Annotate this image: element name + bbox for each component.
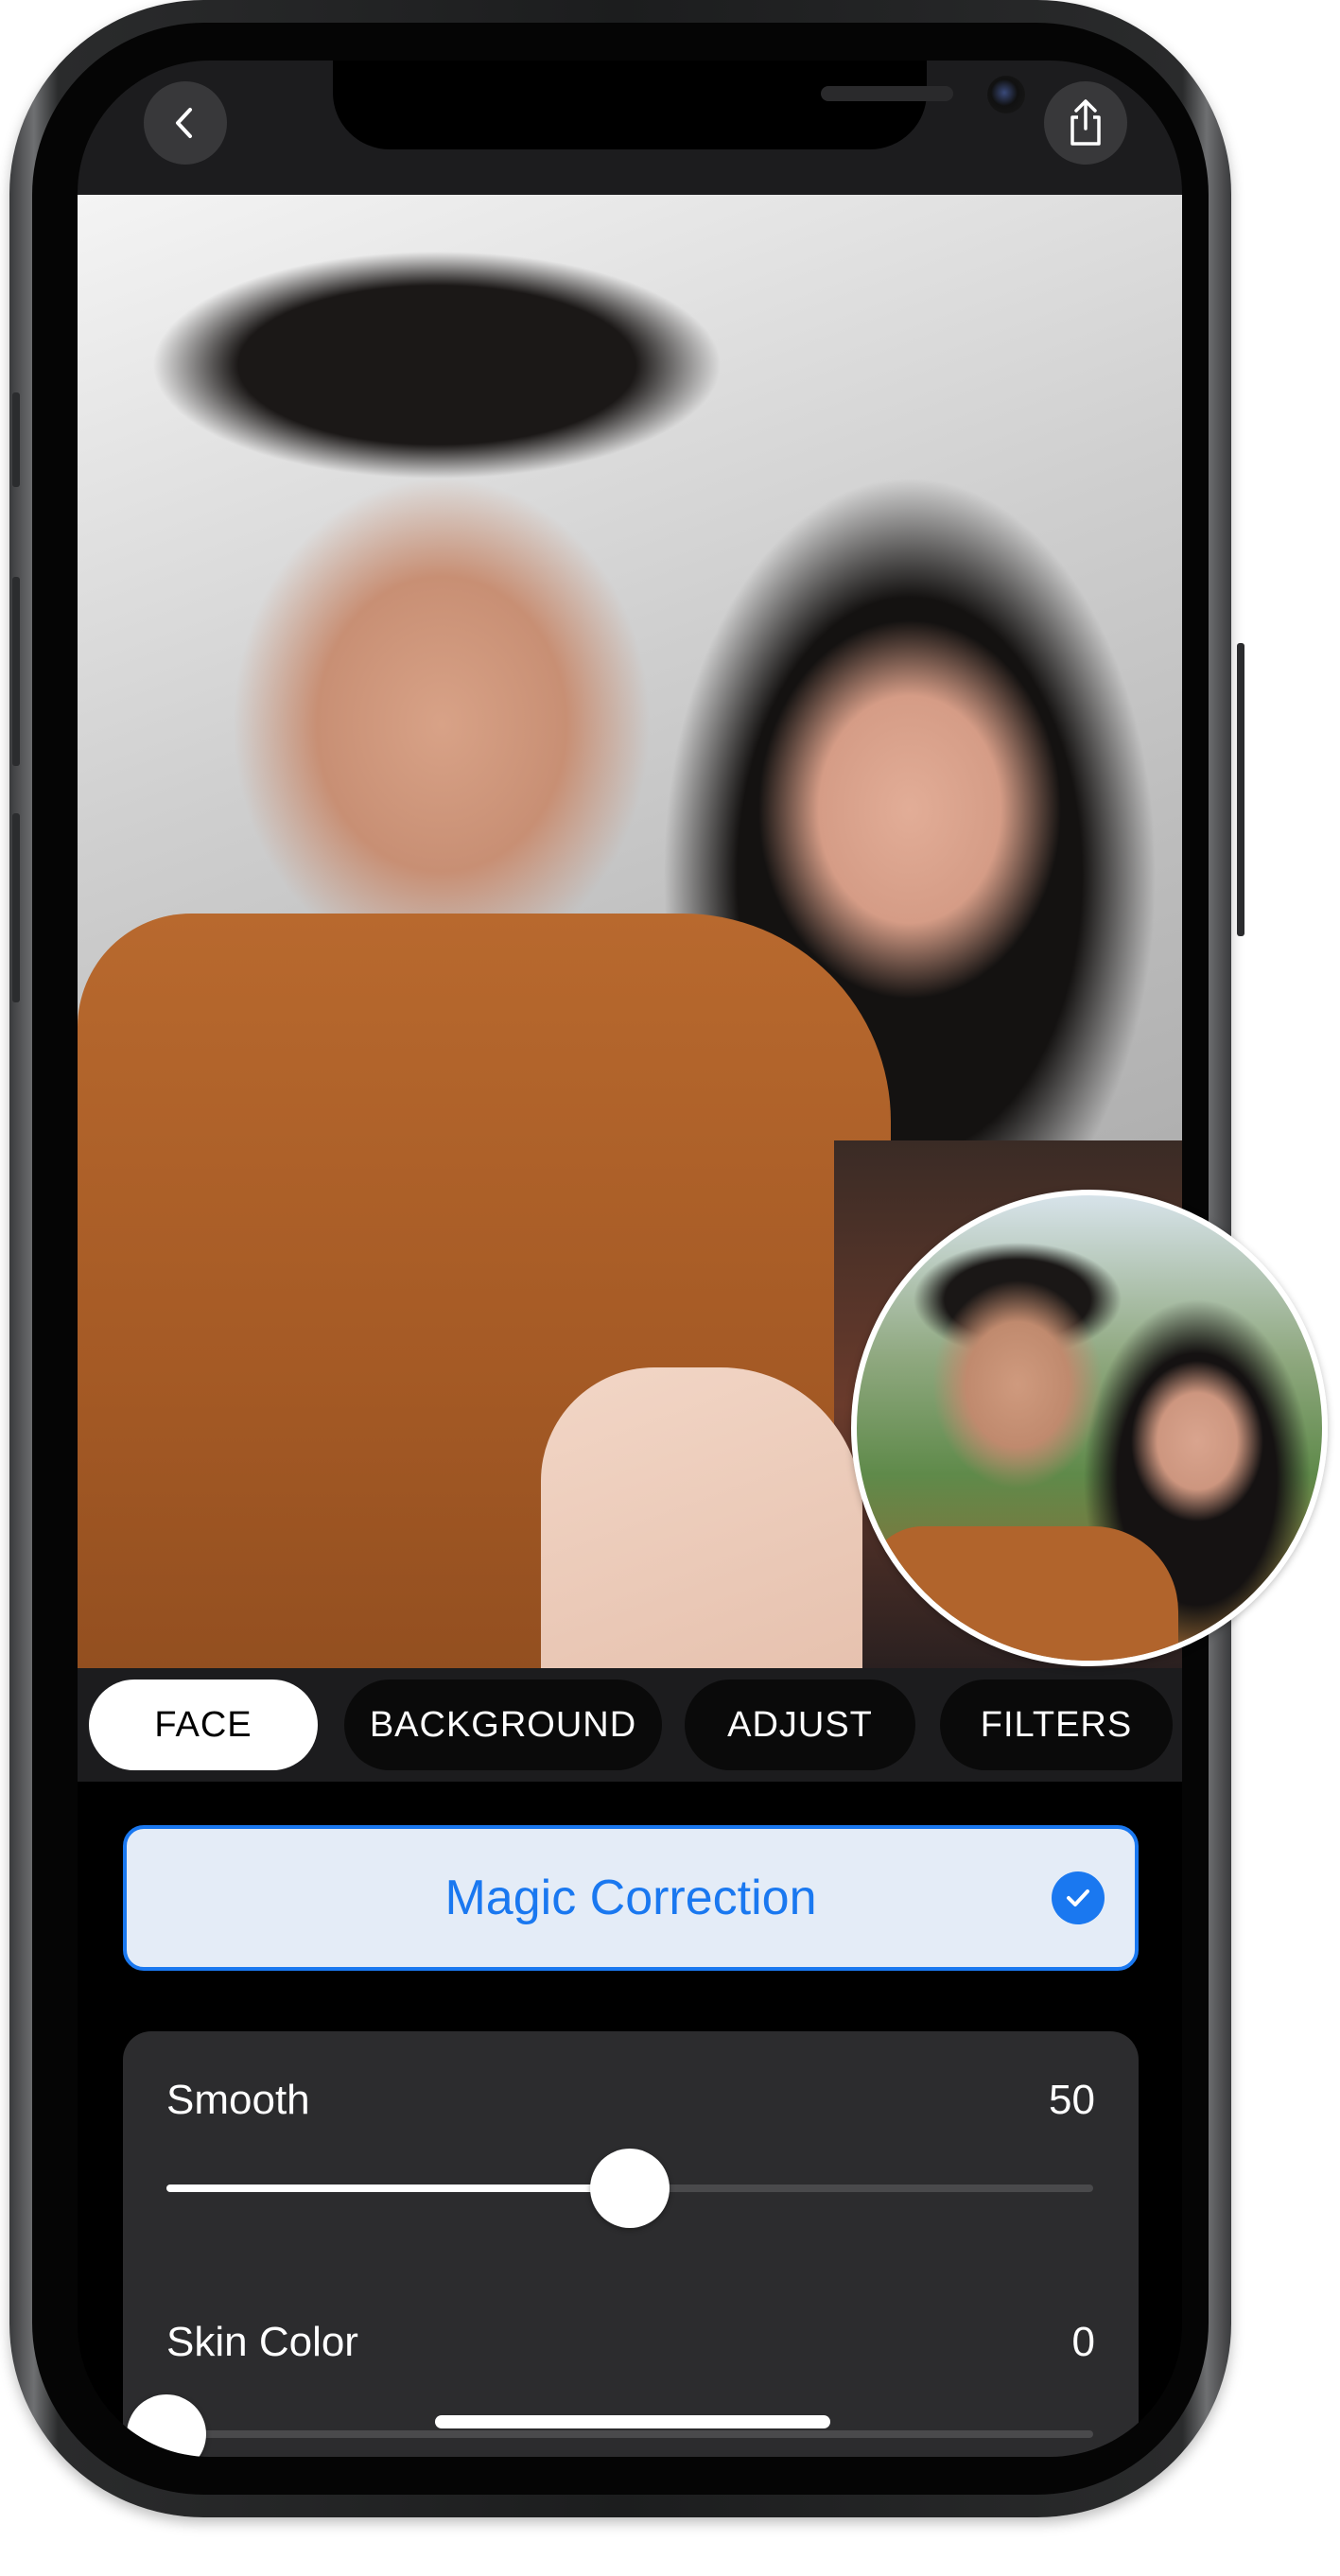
smooth-value: 50 [1049, 2077, 1095, 2123]
share-button[interactable] [1044, 81, 1127, 165]
back-button[interactable] [144, 81, 227, 165]
chevron-left-icon [176, 108, 192, 138]
earpiece-speaker [821, 86, 953, 101]
share-icon [1070, 99, 1101, 146]
tab-face[interactable]: FACE [89, 1680, 318, 1770]
volume-up-button [12, 577, 20, 766]
mute-switch [12, 392, 20, 487]
smooth-slider-thumb[interactable] [590, 2149, 670, 2228]
photo-region-arm [541, 1367, 862, 1668]
skin-color-slider-thumb[interactable] [127, 2394, 206, 2457]
home-indicator [435, 2415, 830, 2428]
checkmark-icon [1052, 1871, 1105, 1924]
front-camera [987, 76, 1025, 113]
before-preview-circle[interactable] [851, 1190, 1328, 1666]
slider-panel: Smooth 50 Skin Color 0 [123, 2031, 1139, 2457]
tab-adjust[interactable]: ADJUST [685, 1680, 915, 1770]
top-bar [78, 61, 1182, 195]
skin-color-value: 0 [1071, 2319, 1095, 2365]
preview-region-shirt [866, 1526, 1178, 1661]
tab-filters[interactable]: FILTERS [940, 1680, 1173, 1770]
volume-down-button [12, 813, 20, 1002]
skin-color-slider[interactable] [127, 2394, 1093, 2457]
smooth-slider[interactable] [166, 2149, 1093, 2228]
magic-correction-button[interactable]: Magic Correction [123, 1825, 1139, 1971]
smooth-label: Smooth [166, 2077, 310, 2123]
notch [333, 61, 1025, 149]
magic-correction-label: Magic Correction [444, 1871, 817, 1925]
smooth-slider-fill [166, 2184, 630, 2192]
power-button [1237, 643, 1244, 936]
tool-tabs: FACE BACKGROUND ADJUST FILTERS [78, 1668, 1182, 1782]
skin-color-label: Skin Color [166, 2319, 358, 2365]
tab-background[interactable]: BACKGROUND [344, 1680, 662, 1770]
